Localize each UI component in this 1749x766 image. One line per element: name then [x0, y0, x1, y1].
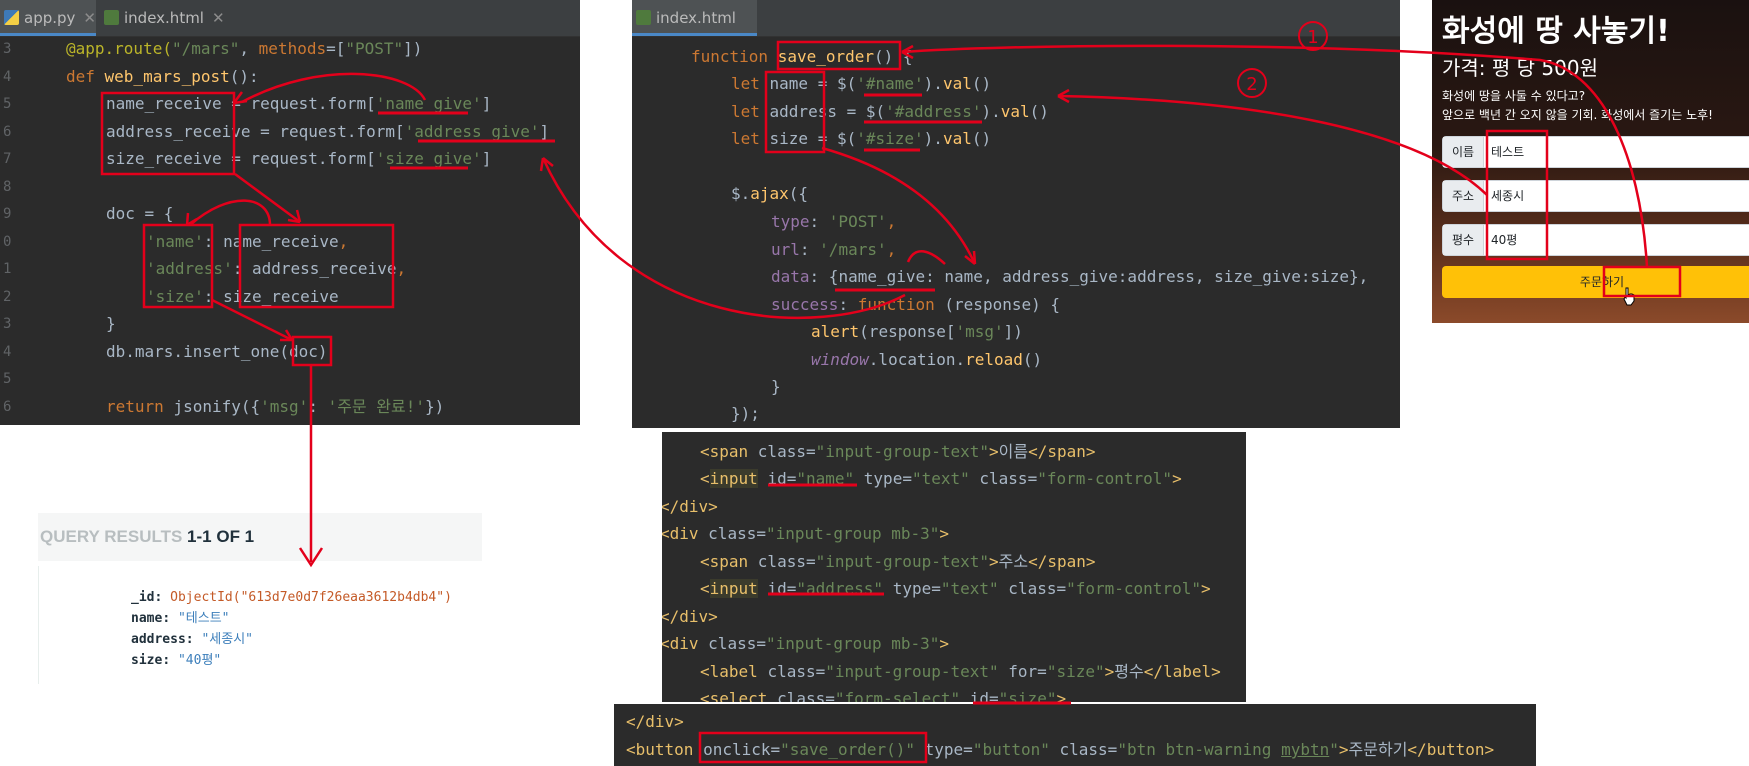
html-line-span-name: <span class="input-group-text">이름</span>	[700, 442, 1096, 461]
code-line-close-ajax: });	[731, 404, 760, 423]
code-line-success: success: function (response) {	[771, 295, 1060, 314]
line-number: 8	[3, 179, 12, 195]
line-number: 2	[3, 289, 12, 305]
code-line-close-brace: }	[106, 314, 116, 333]
html-line-div-open: <div class="input-group mb-3">	[662, 524, 950, 543]
description-line-1: 화성에 땅을 사둘 수 있다고?	[1442, 89, 1586, 103]
code-line-def: def web_mars_post():	[66, 67, 259, 86]
code-line-url: url: '/mars',	[771, 240, 897, 259]
code-line-reload: window.location.reload()	[811, 350, 1043, 369]
code-line-let-size: let size = $('#size').val()	[731, 129, 992, 148]
name-label: 이름	[1443, 137, 1484, 167]
mouse-cursor-icon	[1623, 287, 1635, 306]
line-number: 0	[3, 234, 12, 250]
name-field[interactable]: 테스트	[1491, 137, 1524, 167]
line-number: 1	[3, 261, 12, 277]
line-number: 4	[3, 69, 12, 85]
line-number: 9	[3, 206, 12, 222]
line-number: 6	[3, 399, 12, 415]
address-field[interactable]: 세종시	[1491, 181, 1524, 211]
document-field-size: size: "40평"	[131, 653, 222, 668]
line-number: 6	[3, 124, 12, 140]
left-tab-bar: app.py ✕ index.html ✕	[0, 0, 580, 37]
code-line-alert: alert(response['msg'])	[811, 322, 1023, 341]
order-button[interactable]: 주문하기	[1442, 266, 1749, 298]
size-select[interactable]: 40평	[1491, 225, 1517, 255]
code-line-route: @app.route("/mars", methods=["POST"])	[66, 39, 423, 58]
code-line-address-receive: address_receive = request.form['address_…	[106, 122, 550, 141]
query-results-header: QUERY RESULTS 1-1 OF 1	[38, 513, 482, 561]
line-number: 4	[3, 344, 12, 360]
code-line-function: function save_order() {	[691, 47, 913, 66]
python-file-icon	[4, 10, 19, 25]
code-line-let-name: let name = $('#name').val()	[731, 74, 992, 93]
code-line-name-receive: name_receive = request.form['name_give']	[106, 94, 492, 113]
code-line-doc-name: 'name': name_receive,	[146, 232, 349, 251]
address-label: 주소	[1443, 181, 1484, 211]
document-field-name: name: "테스트"	[131, 611, 230, 626]
right-tab-bar: index.html	[632, 0, 1400, 37]
code-line-insert: db.mars.insert_one(doc)	[106, 342, 328, 361]
document-field-id: _id: ObjectId("613d7e0d7f26eaa3612b4db4"…	[131, 590, 452, 605]
html-line-select-size: <select class="form-select" id="size">	[700, 689, 1067, 702]
address-input-group[interactable]: 주소 세종시	[1442, 180, 1749, 212]
tab-label: index.html	[656, 9, 736, 27]
page-title: 화성에 땅 사놓기!	[1442, 14, 1670, 49]
right-editor: index.html function save_order() { let n…	[632, 0, 1400, 428]
code-line-close-success: }	[771, 377, 781, 396]
rendered-web-page: 화성에 땅 사놓기! 가격: 평 당 500원 화성에 땅을 사둘 수 있다고?…	[1432, 0, 1749, 323]
query-result-document: _id: ObjectId("613d7e0d7f26eaa3612b4db4"…	[38, 566, 483, 684]
tab-label: index.html	[124, 9, 204, 27]
size-input-group[interactable]: 평수 40평	[1442, 224, 1749, 256]
html-snippet-panel: <span class="input-group-text">이름</span>…	[662, 432, 1246, 702]
line-number: 5	[3, 371, 12, 387]
price-text: 가격: 평 당 500원	[1442, 56, 1598, 80]
code-line-let-address: let address = $('#address').val()	[731, 102, 1049, 121]
html-line-div-close-2: </div>	[662, 607, 718, 626]
code-line-size-receive: size_receive = request.form['size_give']	[106, 149, 492, 168]
line-number: 3	[3, 316, 12, 332]
code-line-doc: doc = {	[106, 204, 174, 223]
html-line-div-open-2: <div class="input-group mb-3">	[662, 634, 950, 653]
button-snippet-panel: </div> <button onclick="save_order()" ty…	[614, 704, 1536, 766]
html-line-input-address: <input id="address" type="text" class="f…	[700, 579, 1211, 598]
tab-label: app.py	[24, 9, 76, 27]
html-line-button: <button onclick="save_order()" type="but…	[626, 740, 1495, 759]
tab-index-html[interactable]: index.html	[632, 0, 757, 36]
document-field-address: address: "세종시"	[131, 632, 253, 647]
code-line-type: type: 'POST',	[771, 212, 897, 231]
tab-app-py[interactable]: app.py ✕	[0, 0, 96, 36]
tab-index-html[interactable]: index.html ✕	[100, 0, 225, 36]
description-line-2: 앞으로 백년 간 오지 않을 기회. 화성에서 즐기는 노후!	[1442, 108, 1713, 122]
html-line-span-address: <span class="input-group-text">주소</span>	[700, 552, 1096, 571]
html-file-icon	[104, 10, 119, 25]
html-file-icon	[636, 10, 651, 25]
size-label: 평수	[1443, 225, 1484, 255]
close-icon[interactable]: ✕	[83, 9, 96, 27]
code-line-return: return jsonify({'msg': '주문 완료!'})	[106, 397, 445, 416]
html-line-div-close-3: </div>	[626, 712, 684, 731]
code-line-data: data: {name_give: name, address_give:add…	[771, 267, 1369, 286]
html-line-div-close: </div>	[662, 497, 718, 516]
line-number: 5	[3, 96, 12, 112]
code-line-doc-size: 'size': size_receive	[146, 287, 339, 306]
close-icon[interactable]: ✕	[212, 9, 225, 27]
code-line-ajax: $.ajax({	[731, 184, 809, 203]
line-number: 7	[3, 151, 12, 167]
html-line-input-name: <input id="name" type="text" class="form…	[700, 469, 1182, 488]
name-input-group[interactable]: 이름 테스트	[1442, 136, 1749, 168]
html-line-label-size: <label class="input-group-text" for="siz…	[700, 662, 1221, 681]
left-editor: app.py ✕ index.html ✕ 3 4 5 6 7 8 9 0 1 2 …	[0, 0, 580, 425]
code-line-doc-address: 'address': address_receive,	[146, 259, 407, 278]
line-number: 3	[3, 41, 12, 57]
